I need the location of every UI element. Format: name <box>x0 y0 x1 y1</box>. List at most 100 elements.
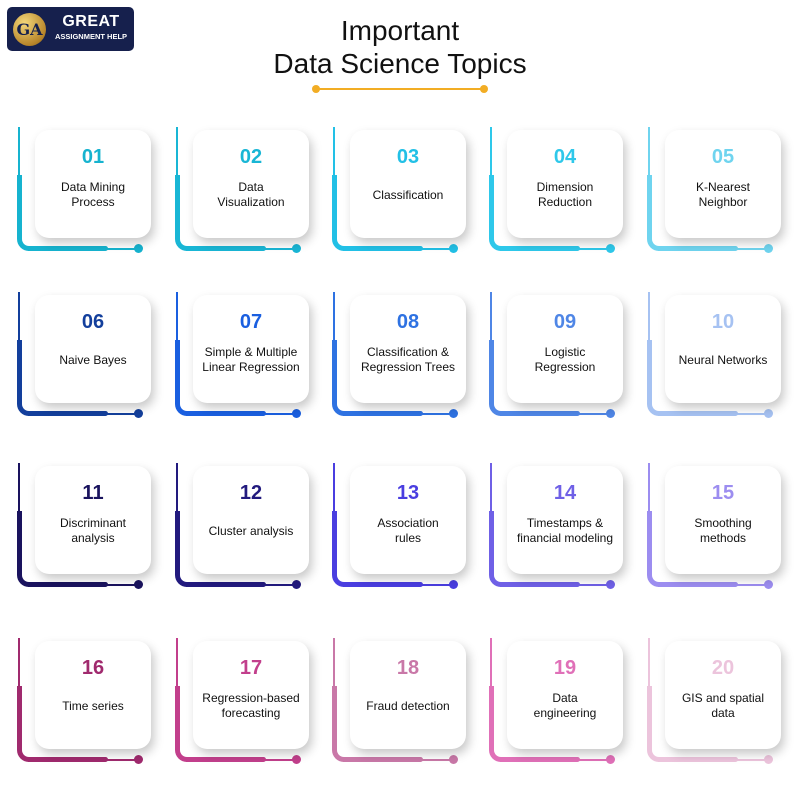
topic-card: 19 Data engineering <box>507 641 623 749</box>
bracket-foot <box>28 757 108 762</box>
bracket-foot <box>658 246 738 251</box>
topic-label-text: GIS and spatial data <box>681 691 765 720</box>
topic-card: 06 Naive Bayes <box>35 295 151 403</box>
bracket-line <box>333 292 335 342</box>
bracket-line <box>18 463 20 513</box>
bracket-dot-icon <box>764 755 773 764</box>
bracket-corner <box>175 686 188 762</box>
bracket-line <box>490 292 492 342</box>
topic-item: 18 Fraud detection <box>332 638 483 778</box>
bracket-foot <box>658 757 738 762</box>
bracket-foot <box>28 246 108 251</box>
bracket-dot-icon <box>134 580 143 589</box>
topic-label-text: Simple & Multiple Linear Regression <box>202 345 300 374</box>
topic-label-text: Association rules <box>377 516 439 545</box>
bracket-foot <box>343 411 423 416</box>
bracket-line <box>648 463 650 513</box>
topic-label-text: Neural Networks <box>678 352 768 367</box>
bracket-line <box>490 127 492 177</box>
topic-label-text: Data engineering <box>533 691 597 720</box>
topic-card: 02 Data Visualization <box>193 130 309 238</box>
page-title: Important Data Science Topics <box>0 14 800 80</box>
bracket-corner <box>489 175 502 251</box>
topic-card: 12 Cluster analysis <box>193 466 309 574</box>
topic-number: 01 <box>81 146 105 168</box>
topic-label: Regression-based forecasting <box>195 681 307 731</box>
topic-label: Neural Networks <box>667 335 779 385</box>
topic-number: 10 <box>711 311 735 333</box>
topic-item: 01 Data Mining Process <box>17 127 168 267</box>
topic-label-text: Naive Bayes <box>59 352 127 367</box>
topic-label: Data Visualization <box>195 170 307 220</box>
topic-item: 04 Dimension Reduction <box>489 127 640 267</box>
bracket-corner <box>332 511 345 587</box>
topic-card: 01 Data Mining Process <box>35 130 151 238</box>
bracket-corner <box>489 686 502 762</box>
topic-label-text: Data Visualization <box>217 180 285 209</box>
topic-item: 03 Classification <box>332 127 483 267</box>
topic-number: 14 <box>553 482 577 504</box>
bracket-line <box>648 127 650 177</box>
topic-label-text: Cluster analysis <box>208 523 294 538</box>
bracket-foot <box>500 411 580 416</box>
topic-number: 04 <box>553 146 577 168</box>
bracket-foot <box>658 582 738 587</box>
topic-item: 15 Smoothing methods <box>647 463 798 603</box>
topic-card: 13 Association rules <box>350 466 466 574</box>
bracket-corner <box>489 511 502 587</box>
bracket-foot <box>343 246 423 251</box>
topic-number: 17 <box>239 657 263 679</box>
bracket-dot-icon <box>449 580 458 589</box>
topic-number: 20 <box>711 657 735 679</box>
bracket-line <box>18 292 20 342</box>
topic-label: Timestamps & financial modeling <box>509 506 621 556</box>
topic-number: 09 <box>553 311 577 333</box>
topic-item: 12 Cluster analysis <box>175 463 326 603</box>
bracket-line <box>648 292 650 342</box>
topic-label: Data engineering <box>509 681 621 731</box>
topic-label-text: Classification & Regression Trees <box>360 345 456 374</box>
bracket-corner <box>647 511 660 587</box>
bracket-corner <box>17 511 30 587</box>
bracket-dot-icon <box>449 755 458 764</box>
topic-label: Cluster analysis <box>195 506 307 556</box>
bracket-foot <box>658 411 738 416</box>
topic-label-text: Timestamps & financial modeling <box>516 516 614 545</box>
topic-number: 15 <box>711 482 735 504</box>
topic-number: 16 <box>81 657 105 679</box>
bracket-dot-icon <box>292 409 301 418</box>
topic-item: 13 Association rules <box>332 463 483 603</box>
topic-item: 06 Naive Bayes <box>17 292 168 432</box>
topic-number: 12 <box>239 482 263 504</box>
topic-card: 04 Dimension Reduction <box>507 130 623 238</box>
topic-item: 10 Neural Networks <box>647 292 798 432</box>
topic-label-text: Fraud detection <box>366 698 450 713</box>
bracket-corner <box>17 175 30 251</box>
page-title-line2: Data Science Topics <box>273 48 527 79</box>
topic-card: 07 Simple & Multiple Linear Regression <box>193 295 309 403</box>
bracket-foot <box>28 582 108 587</box>
topic-card: 05 K-Nearest Neighbor <box>665 130 781 238</box>
bracket-line <box>176 292 178 342</box>
topic-item: 17 Regression-based forecasting <box>175 638 326 778</box>
topic-label: Smoothing methods <box>667 506 779 556</box>
topic-card: 20 GIS and spatial data <box>665 641 781 749</box>
bracket-dot-icon <box>449 409 458 418</box>
bracket-corner <box>175 340 188 416</box>
topic-card: 10 Neural Networks <box>665 295 781 403</box>
bracket-line <box>333 463 335 513</box>
topic-card: 17 Regression-based forecasting <box>193 641 309 749</box>
topic-item: 11 Discriminant analysis <box>17 463 168 603</box>
topic-card: 15 Smoothing methods <box>665 466 781 574</box>
bracket-foot <box>186 582 266 587</box>
bracket-dot-icon <box>606 755 615 764</box>
bracket-dot-icon <box>292 755 301 764</box>
topic-label-text: K-Nearest Neighbor <box>695 180 751 209</box>
topic-label: Classification & Regression Trees <box>352 335 464 385</box>
bracket-foot <box>186 411 266 416</box>
title-underline-dot-right <box>480 85 488 93</box>
topic-item: 20 GIS and spatial data <box>647 638 798 778</box>
bracket-corner <box>489 340 502 416</box>
bracket-line <box>18 127 20 177</box>
bracket-dot-icon <box>606 580 615 589</box>
